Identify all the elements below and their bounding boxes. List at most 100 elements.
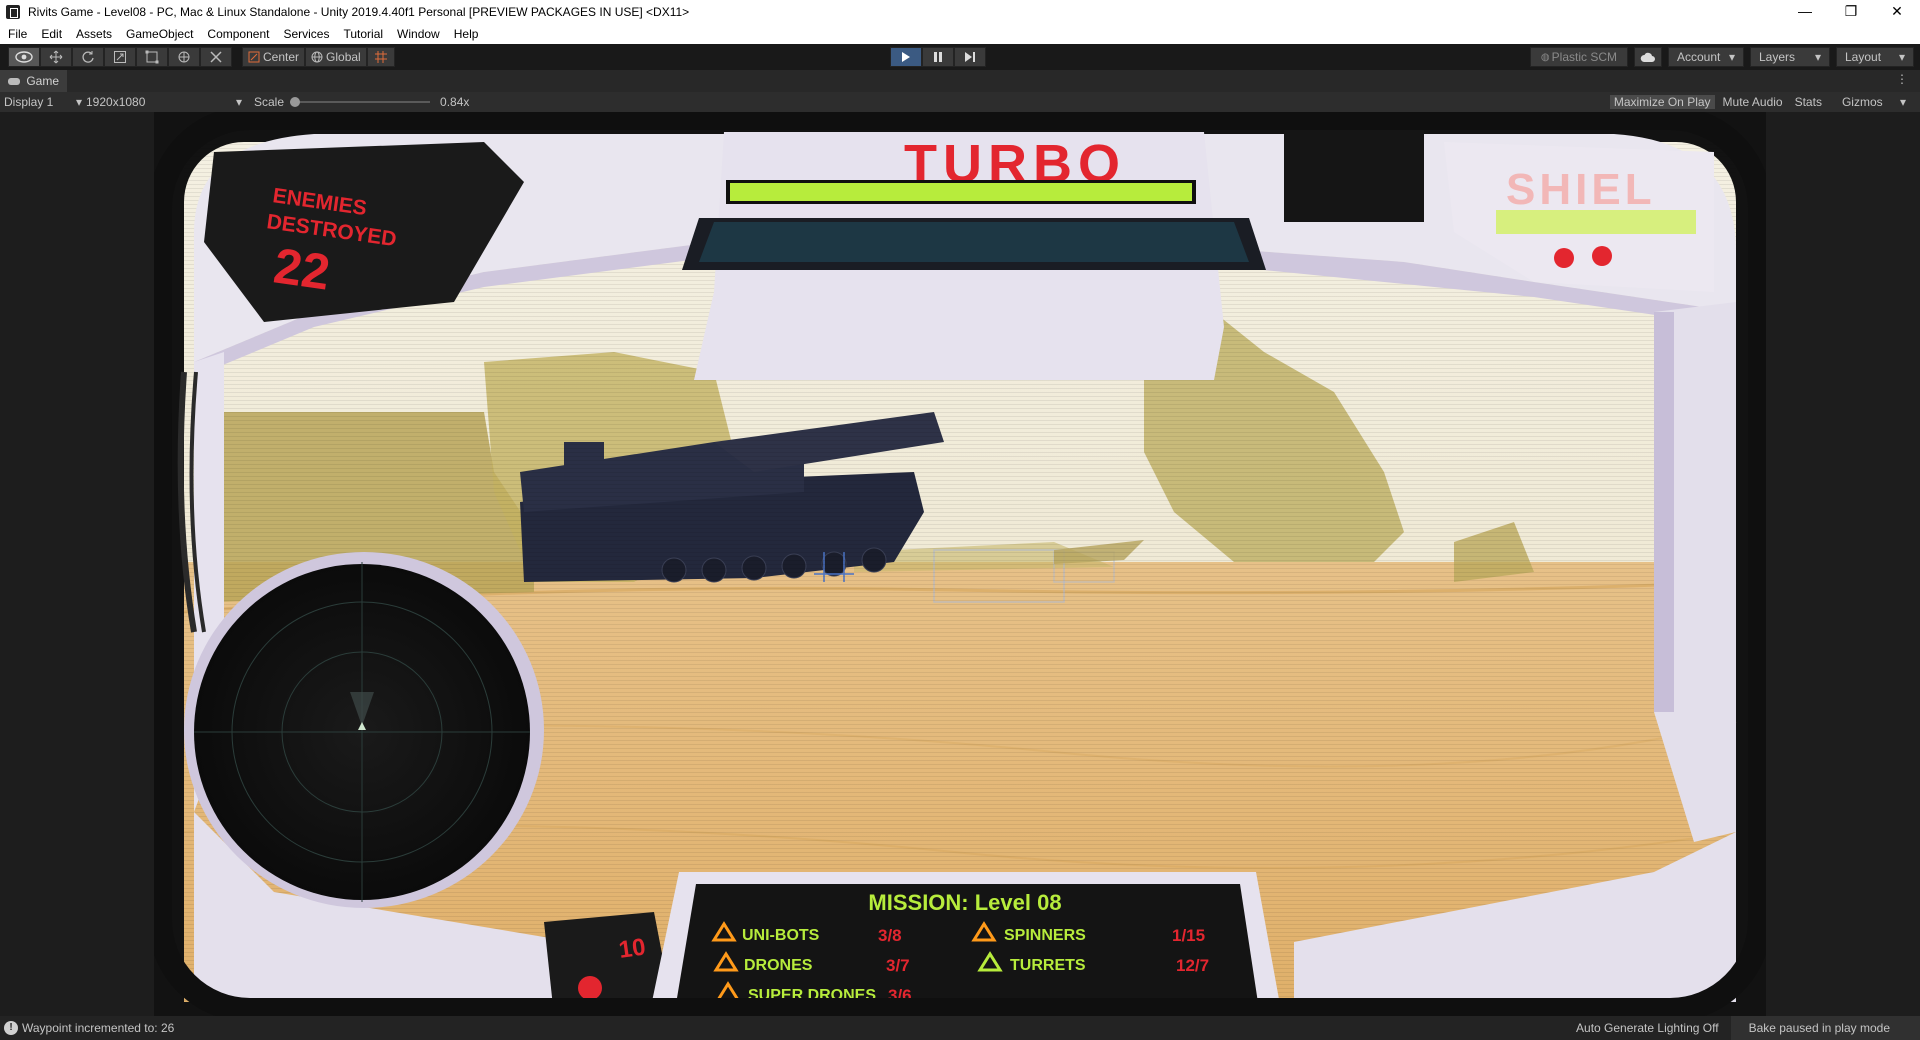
plastic-scm-button[interactable]: ◍ Plastic SCM — [1529, 47, 1628, 67]
game-render: ENEMIES DESTROYED 22 TURBO SHIEL 10 MISS… — [154, 112, 1766, 1016]
menu-bar: File Edit Assets GameObject Component Se… — [0, 24, 1920, 44]
stat-value: 1/15 — [1172, 926, 1205, 945]
chevron-down-icon: ▾ — [1898, 50, 1905, 64]
scale-label: Scale — [254, 95, 285, 109]
pivot-controls: Center Global — [242, 47, 395, 67]
mission-panel: MISSION: Level 08 UNI-BOTS 3/8 SPINNERS … — [649, 872, 1282, 1016]
status-right: Auto Generate Lighting Off Bake paused i… — [1564, 1016, 1920, 1040]
maximize-on-play-toggle[interactable]: Maximize On Play — [1609, 95, 1715, 109]
info-icon: ! — [4, 1021, 18, 1035]
chevron-down-icon: ▾ — [1899, 95, 1906, 109]
cloud-icon — [1640, 52, 1655, 62]
gizmos-label: Gizmos — [1841, 95, 1883, 109]
game-viewport: ENEMIES DESTROYED 22 TURBO SHIEL 10 MISS… — [0, 112, 1920, 1016]
pause-button[interactable] — [922, 47, 954, 67]
step-button[interactable] — [954, 47, 986, 67]
game-view-toolbar: Display 1 ▾ 1920x1080 ▾ Scale 0.84x Maxi… — [0, 92, 1920, 112]
console-message[interactable]: Waypoint incremented to: 26 — [22, 1021, 174, 1035]
window-controls: — ❐ ✕ — [1782, 0, 1920, 24]
globe-icon — [311, 51, 323, 63]
display-dropdown[interactable]: Display 1 ▾ — [4, 95, 82, 109]
bake-status[interactable]: Bake paused in play mode — [1730, 1016, 1920, 1040]
menu-gameobject[interactable]: GameObject — [126, 27, 193, 41]
plastic-icon: ◍ — [1540, 51, 1550, 63]
lighting-status[interactable]: Auto Generate Lighting Off — [1576, 1021, 1719, 1035]
scale-icon — [114, 51, 126, 63]
play-button[interactable] — [890, 47, 922, 67]
menu-edit[interactable]: Edit — [41, 27, 62, 41]
resolution-dropdown[interactable]: 1920x1080 ▾ — [86, 95, 242, 109]
display-label: Display 1 — [4, 95, 54, 109]
chevron-down-icon: ▾ — [75, 95, 82, 109]
minimize-button[interactable]: — — [1782, 0, 1828, 24]
resolution-label: 1920x1080 — [86, 95, 146, 109]
menu-assets[interactable]: Assets — [76, 27, 112, 41]
menu-tutorial[interactable]: Tutorial — [343, 27, 383, 41]
shield-meter — [1496, 210, 1696, 234]
window-tab-bar: Game ⋮ — [0, 70, 1920, 92]
shield-label: SHIEL — [1506, 165, 1656, 214]
transform-tool-button[interactable] — [168, 47, 200, 67]
rect-tool-button[interactable] — [136, 47, 168, 67]
stats-toggle[interactable]: Stats — [1791, 95, 1826, 109]
layout-label: Layout — [1845, 50, 1882, 64]
rotate-tool-button[interactable] — [72, 47, 104, 67]
step-icon — [965, 52, 975, 62]
mute-audio-toggle[interactable]: Mute Audio — [1719, 95, 1787, 109]
stat-name: SPINNERS — [1004, 927, 1086, 944]
pivot-icon — [248, 51, 260, 63]
transform-tools — [8, 47, 232, 67]
status-bar: ! Waypoint incremented to: 26 Auto Gener… — [0, 1016, 1920, 1040]
turbo-meter-fill — [730, 183, 1192, 201]
stat-value: 3/8 — [878, 926, 902, 945]
menu-services[interactable]: Services — [283, 27, 329, 41]
eye-icon — [15, 51, 33, 63]
stat-value: 3/7 — [886, 956, 910, 975]
game-frame[interactable]: ENEMIES DESTROYED 22 TURBO SHIEL 10 MISS… — [154, 112, 1766, 1016]
enemies-count: 22 — [270, 237, 333, 300]
move-tool-button[interactable] — [40, 47, 72, 67]
scale-slider-knob[interactable] — [290, 97, 301, 107]
menu-help[interactable]: Help — [454, 27, 479, 41]
menu-window[interactable]: Window — [397, 27, 440, 41]
grid-snap-icon — [374, 51, 387, 63]
stat-value: 12/7 — [1176, 956, 1209, 975]
cloud-button[interactable] — [1634, 47, 1662, 67]
window-titlebar: Rivits Game - Level08 - PC, Mac & Linux … — [0, 0, 1920, 24]
pivot-global-button[interactable]: Global — [305, 47, 367, 67]
tab-menu-icon[interactable]: ⋮ — [1896, 72, 1908, 86]
view-tool-button[interactable] — [8, 47, 40, 67]
account-dropdown[interactable]: Account ▾ — [1668, 47, 1744, 67]
window-title: Rivits Game - Level08 - PC, Mac & Linux … — [28, 5, 690, 19]
chevron-down-icon: ▾ — [235, 95, 242, 109]
stat-name: TURRETS — [1010, 957, 1086, 974]
tab-game[interactable]: Game — [0, 70, 68, 92]
account-label: Account — [1677, 50, 1721, 64]
menu-file[interactable]: File — [8, 27, 27, 41]
close-button[interactable]: ✕ — [1874, 0, 1920, 24]
pivot-center-button[interactable]: Center — [242, 47, 306, 67]
shield-indicator-light — [1592, 246, 1612, 266]
menu-component[interactable]: Component — [207, 27, 269, 41]
layout-dropdown[interactable]: Layout ▾ — [1836, 47, 1914, 67]
lives-count: 10 — [617, 933, 647, 963]
transform-icon — [178, 51, 190, 63]
mission-title: MISSION: Level 08 — [868, 890, 1061, 915]
layers-label: Layers — [1759, 50, 1796, 64]
pause-icon — [934, 52, 942, 62]
unity-app-icon — [6, 5, 20, 19]
move-arrows-icon — [49, 50, 63, 64]
plastic-scm-label: Plastic SCM — [1551, 50, 1617, 64]
maximize-button[interactable]: ❐ — [1828, 0, 1874, 24]
game-view-options: Maximize On Play Mute Audio Stats Gizmos… — [1606, 92, 1914, 112]
radar-display — [184, 552, 544, 908]
grid-snap-button[interactable] — [366, 47, 395, 67]
rect-tool-icon — [145, 50, 159, 64]
gizmos-dropdown[interactable]: Gizmos ▾ — [1830, 95, 1914, 109]
custom-tool-button[interactable] — [200, 47, 232, 67]
chevron-down-icon: ▾ — [1814, 50, 1821, 64]
scale-slider[interactable] — [290, 97, 431, 107]
scale-tool-button[interactable] — [104, 47, 136, 67]
tools-icon — [210, 51, 222, 63]
layers-dropdown[interactable]: Layers ▾ — [1750, 47, 1830, 67]
